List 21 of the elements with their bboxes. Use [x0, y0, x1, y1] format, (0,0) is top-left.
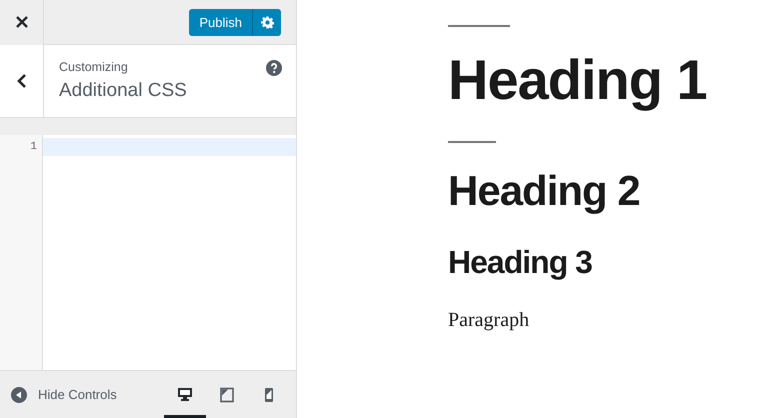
paragraph: Paragraph — [448, 309, 530, 332]
publish-button[interactable]: Publish — [189, 8, 253, 36]
code-editor[interactable]: 1 — [0, 135, 296, 370]
collapse-icon — [11, 386, 27, 402]
heading-three: Heading 3 — [448, 243, 592, 281]
close-button[interactable] — [0, 0, 44, 44]
help-icon[interactable] — [266, 60, 282, 76]
back-icon — [16, 74, 26, 88]
separator-line — [448, 25, 510, 27]
desktop-icon — [177, 386, 193, 402]
section-eyebrow: Customizing — [59, 60, 128, 74]
section-title: Additional CSS — [59, 80, 187, 102]
settings-icon — [260, 16, 274, 28]
tablet-icon — [219, 386, 235, 402]
close-icon — [16, 16, 28, 28]
line-number: 1 — [30, 140, 38, 155]
hide-controls-button[interactable]: Hide Controls — [0, 380, 117, 410]
separator-line — [448, 141, 496, 143]
settings-button[interactable] — [253, 8, 281, 36]
heading-one: Heading 1 — [448, 49, 707, 111]
heading-two: Heading 2 — [448, 167, 640, 215]
